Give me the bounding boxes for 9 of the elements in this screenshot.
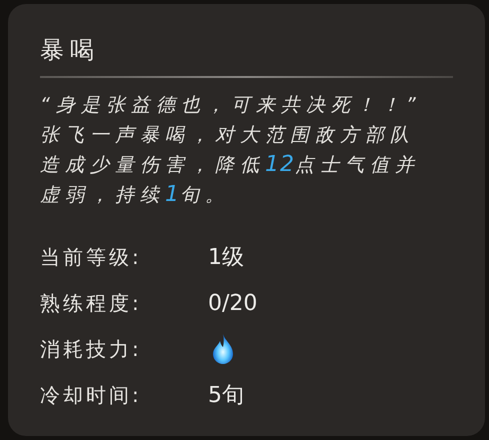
- stat-value: 0/20: [208, 290, 258, 318]
- stat-label: 当前等级:: [40, 244, 143, 271]
- skill-description: “身是张益德也，可来共决死！！” 张飞一声暴喝，对大范围敌方部队 造成少量伤害，降低 12点士气值并 虚弱，持续 1 旬。: [40, 93, 422, 209]
- stat-label: 熟练程度:: [40, 290, 143, 317]
- skill-title: 暴喝: [40, 35, 101, 66]
- stat-value: 5旬: [208, 382, 244, 410]
- stat-value: 1级: [208, 244, 244, 272]
- stat-label: 冷却时间:: [40, 382, 143, 409]
- stat-label: 消耗技力:: [40, 336, 143, 363]
